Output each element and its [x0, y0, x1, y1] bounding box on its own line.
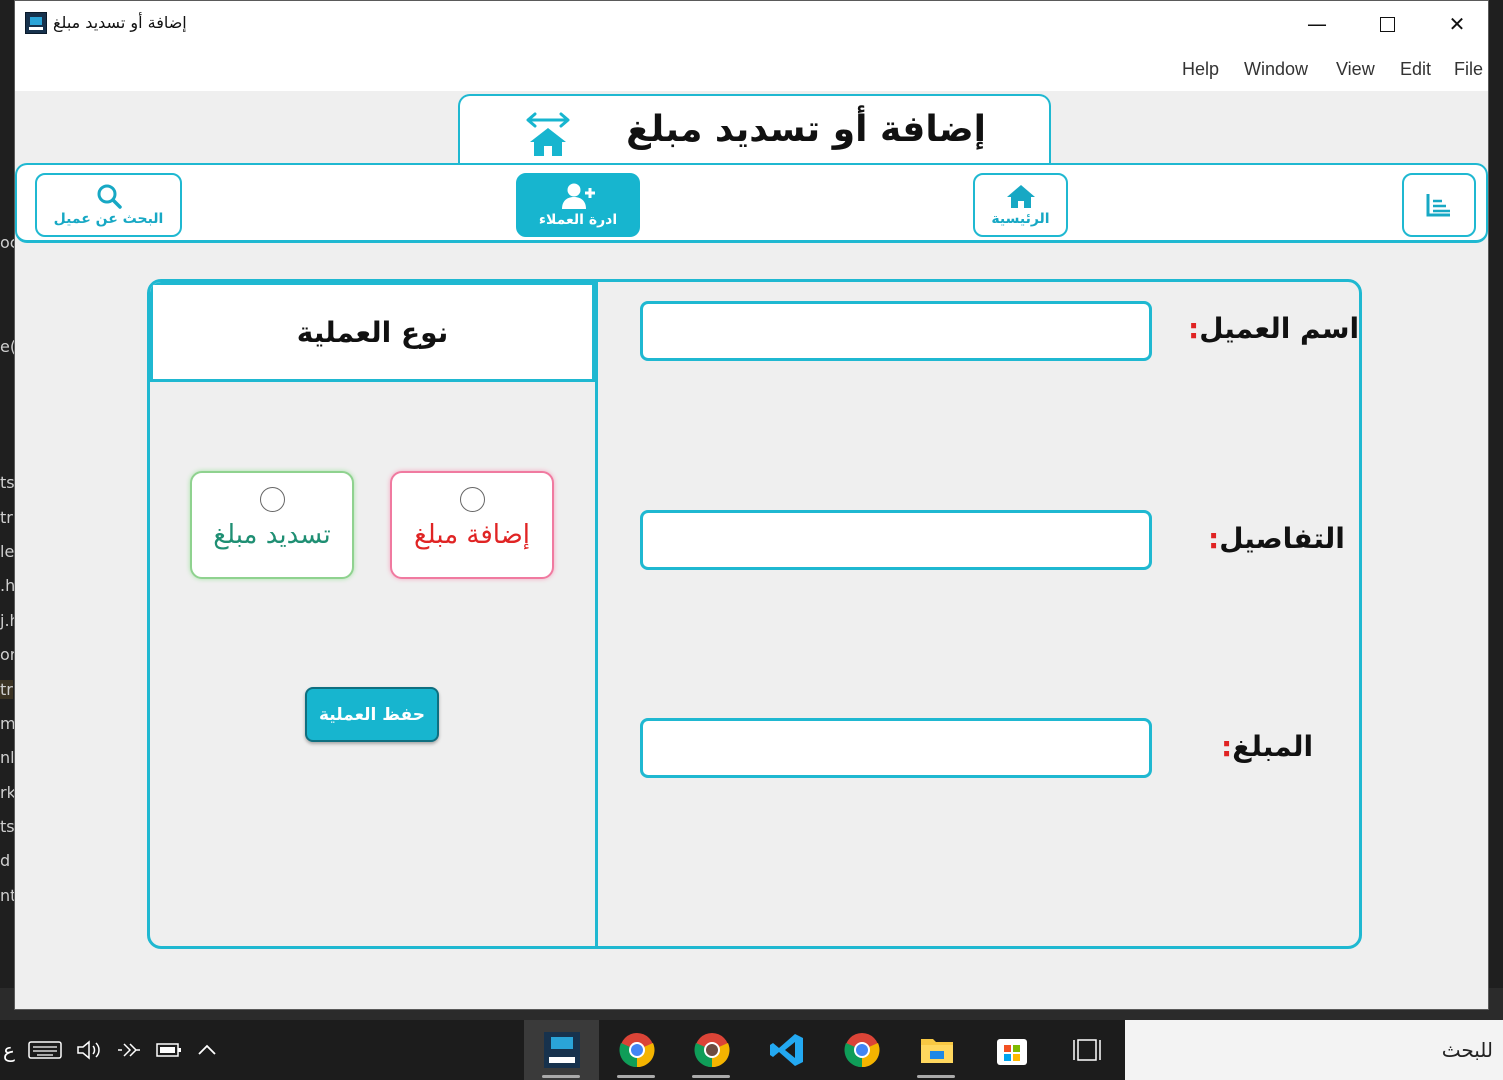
add-amount-option[interactable]: إضافة مبلغ: [390, 471, 554, 579]
page-title: إضافة أو تسديد مبلغ: [626, 109, 986, 150]
client-name-label: اسم العميل:: [1188, 312, 1360, 345]
volume-icon[interactable]: [76, 1039, 102, 1061]
details-input[interactable]: [640, 510, 1152, 570]
amount-label: المبلغ:: [1221, 730, 1314, 763]
save-operation-label: حفظ العملية: [318, 704, 425, 725]
system-tray: ع: [0, 1020, 218, 1080]
operation-type-header: نوع العملية: [150, 282, 595, 382]
battery-icon[interactable]: [156, 1041, 182, 1059]
taskbar-app-vscode[interactable]: [749, 1020, 824, 1080]
add-amount-radio[interactable]: [459, 487, 485, 512]
store-icon: [996, 1039, 1027, 1065]
add-amount-label: إضافة مبلغ: [413, 520, 531, 550]
pay-amount-option[interactable]: تسديد مبلغ: [190, 471, 354, 579]
background-editor-strip: oc e( ts tr le .h j.h or tr m nl rk ts d…: [0, 0, 20, 1020]
taskbar-task-view[interactable]: [1049, 1020, 1124, 1080]
power-plug-icon[interactable]: [116, 1039, 142, 1061]
taskbar-search-text: للبحث: [1441, 1038, 1493, 1062]
transaction-panel: نوع العملية تسديد مبلغ إضافة مبلغ حفظ ال…: [147, 279, 1362, 949]
background-editor-strip-right: [1489, 0, 1503, 1020]
manage-clients-button[interactable]: ادرة العملاء: [516, 173, 640, 237]
close-button[interactable]: ✕: [1422, 1, 1488, 47]
menu-toggle-button[interactable]: [1402, 173, 1476, 237]
menu-window[interactable]: Window: [1244, 59, 1308, 80]
menu-edit[interactable]: Edit: [1400, 59, 1431, 80]
title-bar: إضافة أو تسديد مبلغ — ✕: [15, 1, 1488, 47]
minimize-button[interactable]: —: [1282, 1, 1352, 47]
menu-file[interactable]: File: [1454, 59, 1483, 80]
taskbar-app-file-explorer[interactable]: [899, 1020, 974, 1080]
taskbar-app-store[interactable]: [974, 1020, 1049, 1080]
home-label: الرئيسية: [991, 211, 1050, 227]
chrome-icon: [843, 1033, 880, 1068]
language-indicator[interactable]: ع: [3, 1033, 15, 1067]
keyboard-icon[interactable]: [28, 1040, 62, 1060]
taskbar-search-box[interactable]: للبحث: [1125, 1020, 1503, 1080]
pay-amount-label: تسديد مبلغ: [213, 520, 331, 550]
operation-type-title: نوع العملية: [296, 315, 449, 349]
taskbar-app-chrome[interactable]: [824, 1020, 899, 1080]
pay-amount-radio[interactable]: [259, 487, 285, 512]
taskbar-app-chrome-profile-e[interactable]: [674, 1020, 749, 1080]
chevron-up-icon[interactable]: [196, 1043, 218, 1057]
task-view-icon: [1072, 1039, 1101, 1061]
vscode-icon: [769, 1034, 803, 1066]
list-menu-icon: [1426, 194, 1450, 217]
taskbar-apps: [524, 1020, 1124, 1080]
home-icon: [1006, 185, 1035, 208]
search-icon: [97, 184, 122, 209]
home-button[interactable]: الرئيسية: [973, 173, 1068, 237]
chrome-icon: [693, 1033, 730, 1068]
house-arrows-icon: [526, 112, 570, 156]
client-name-input[interactable]: [640, 301, 1152, 361]
search-client-button[interactable]: البحث عن عميل: [35, 173, 182, 237]
manage-clients-label: ادرة العملاء: [538, 212, 618, 228]
taskbar-app-chrome-profile-m[interactable]: [599, 1020, 674, 1080]
window-title: إضافة أو تسديد مبلغ: [53, 13, 187, 32]
details-label: التفاصيل:: [1208, 522, 1345, 555]
operation-type-column: نوع العملية تسديد مبلغ إضافة مبلغ حفظ ال…: [150, 282, 598, 946]
amount-input[interactable]: [640, 718, 1152, 778]
menu-bar: File Edit View Window Help: [15, 47, 1488, 91]
taskbar: ع للبحث: [0, 1020, 1503, 1080]
save-operation-button[interactable]: حفظ العملية: [305, 687, 439, 742]
maximize-icon: [1379, 16, 1395, 32]
main-content: إضافة أو تسديد مبلغ البحث عن عميل ادرة ا…: [15, 91, 1488, 1009]
add-user-icon: [562, 183, 595, 209]
search-client-label: البحث عن عميل: [53, 211, 164, 227]
chrome-icon: [618, 1033, 655, 1068]
app-icon: [25, 12, 47, 34]
folder-icon: [920, 1039, 953, 1063]
mrit-app-icon: [543, 1032, 580, 1068]
menu-view[interactable]: View: [1336, 59, 1375, 80]
app-window: إضافة أو تسديد مبلغ — ✕ File Edit View W…: [14, 0, 1489, 1010]
maximize-button[interactable]: [1352, 1, 1422, 47]
taskbar-app-mrit[interactable]: [524, 1020, 599, 1080]
menu-help[interactable]: Help: [1182, 59, 1219, 80]
nav-bar: البحث عن عميل ادرة العملاء الرئيسية: [15, 163, 1488, 243]
page-title-tab: إضافة أو تسديد مبلغ: [458, 94, 1051, 169]
